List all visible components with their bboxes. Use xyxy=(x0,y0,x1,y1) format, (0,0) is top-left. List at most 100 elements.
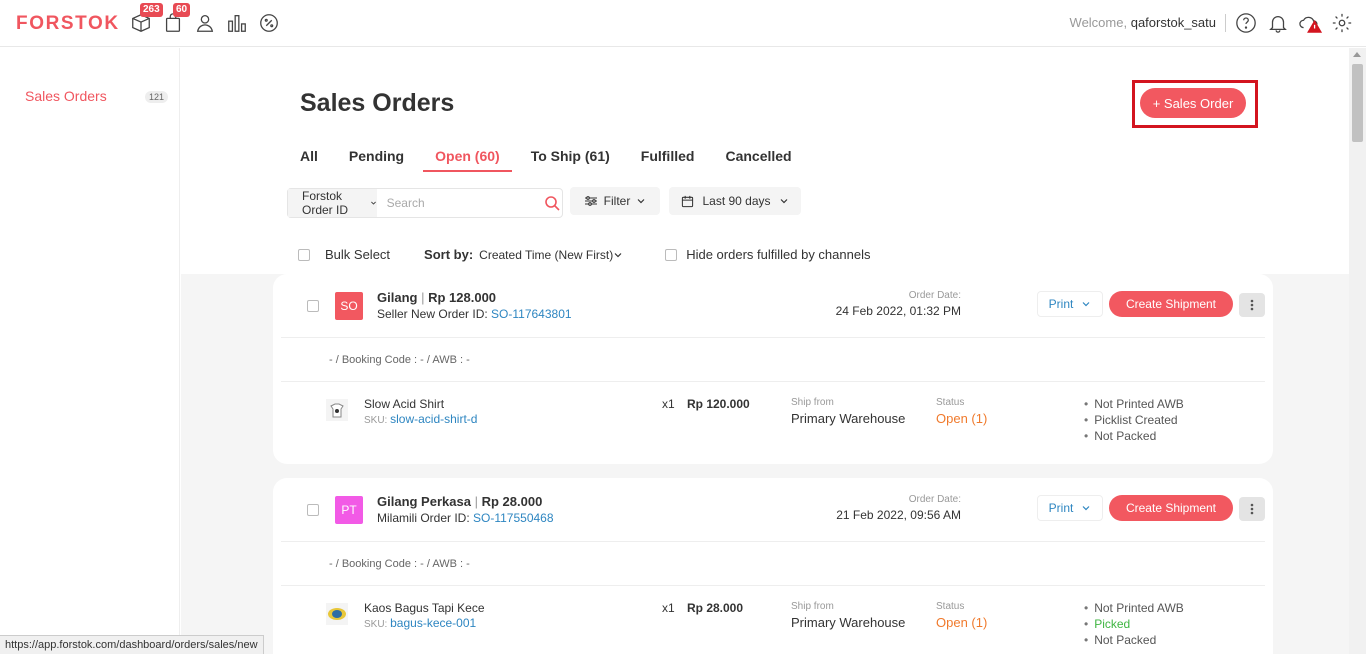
welcome-text: Welcome, qaforstok_satu xyxy=(1070,15,1216,30)
ship-from-value: Primary Warehouse xyxy=(791,411,906,426)
customers-nav[interactable] xyxy=(192,10,218,36)
item-price: Rp 120.000 xyxy=(687,397,750,411)
sliders-icon xyxy=(584,196,597,206)
order-date-label: Order Date: xyxy=(908,290,961,301)
ship-from: Ship from Primary Warehouse xyxy=(791,601,905,630)
help-button[interactable] xyxy=(1234,11,1258,35)
add-sales-order-button[interactable]: + Sales Order xyxy=(1140,88,1246,118)
more-vertical-icon xyxy=(1250,503,1254,515)
status-label: Status xyxy=(936,601,965,612)
status-label: Status xyxy=(936,397,965,408)
search-button[interactable] xyxy=(542,189,562,217)
header-actions xyxy=(1234,11,1354,35)
chevron-down-icon xyxy=(1082,506,1090,511)
sync-alert-button[interactable] xyxy=(1298,11,1322,35)
bulk-select-checkbox[interactable] xyxy=(298,248,310,261)
order-checkbox[interactable] xyxy=(307,300,319,312)
tab-all[interactable]: All xyxy=(300,148,318,172)
sidebar-item-sales-orders[interactable]: Sales Orders xyxy=(25,88,107,104)
sku-label: SKU: xyxy=(364,415,388,426)
notification-button[interactable] xyxy=(1266,11,1290,35)
search-input[interactable] xyxy=(376,189,542,217)
scroll-up-arrow[interactable] xyxy=(1353,52,1361,57)
order-total: Rp 28.000 xyxy=(481,494,543,509)
reports-nav[interactable] xyxy=(224,10,250,36)
inventory-nav[interactable]: 263 xyxy=(128,3,163,36)
create-shipment-button[interactable]: Create Shipment xyxy=(1109,495,1233,521)
order-id-label: Milamili Order ID: xyxy=(377,511,470,525)
search-type-select[interactable]: Forstok Order ID xyxy=(288,189,377,217)
orders-badge: 60 xyxy=(173,3,191,17)
sidebar: Sales Orders 121 xyxy=(0,48,180,654)
order-id-label: Seller New Order ID: xyxy=(377,307,488,321)
customer-summary: Gilang | Rp 128.000 xyxy=(377,290,496,305)
order-id-link[interactable]: SO-117550468 xyxy=(473,511,554,525)
orders-nav[interactable]: 60 xyxy=(160,3,191,36)
print-button[interactable]: Print xyxy=(1037,495,1103,521)
print-label: Print xyxy=(1048,297,1074,311)
fulfillment-checklist: Not Printed AWB Picklist Created Not Pac… xyxy=(1084,396,1184,444)
tab-open[interactable]: Open (60) xyxy=(423,148,512,172)
sku-label: SKU: xyxy=(364,619,388,630)
order-date-label: Order Date: xyxy=(908,494,961,505)
username[interactable]: qaforstok_satu xyxy=(1131,15,1216,30)
print-label: Print xyxy=(1048,501,1074,515)
page-scrollbar[interactable] xyxy=(1349,48,1366,654)
item-quantity: x1 xyxy=(662,601,675,615)
tab-fulfilled[interactable]: Fulfilled xyxy=(641,148,695,172)
booking-info: - / Booking Code : - / AWB : - xyxy=(281,338,1265,382)
sku-link[interactable]: slow-acid-shirt-d xyxy=(390,412,477,426)
hide-fulfilled-checkbox[interactable] xyxy=(665,248,678,261)
product-thumbnail xyxy=(326,603,348,625)
ship-from: Ship from Primary Warehouse xyxy=(791,397,905,426)
divider xyxy=(1225,14,1226,32)
tab-to-ship[interactable]: To Ship (61) xyxy=(531,148,610,172)
order-id-line: Milamili Order ID: SO-117550468 xyxy=(377,511,554,525)
order-checkbox[interactable] xyxy=(307,504,319,516)
list-toolbar: Bulk Select Sort by: Created Time (New F… xyxy=(298,247,870,262)
create-shipment-button[interactable]: Create Shipment xyxy=(1109,291,1233,317)
customer-name: Gilang Perkasa xyxy=(377,494,471,509)
sort-select[interactable]: Created Time (New First) xyxy=(479,248,613,262)
more-actions-button[interactable] xyxy=(1239,293,1265,317)
pipe-separator: | xyxy=(474,494,478,509)
order-id-link[interactable]: SO-117643801 xyxy=(491,307,572,321)
bell-icon xyxy=(1269,16,1287,33)
date-range-button[interactable]: Last 90 days xyxy=(669,187,801,215)
status-value: Open (1) xyxy=(936,615,988,630)
filter-button[interactable]: Filter xyxy=(570,187,660,215)
browser-status-url: https://app.forstok.com/dashboard/orders… xyxy=(0,635,264,654)
more-actions-button[interactable] xyxy=(1239,497,1265,521)
settings-button[interactable] xyxy=(1330,11,1354,35)
item-name: Kaos Bagus Tapi Kece xyxy=(364,601,485,615)
status-tabs: All Pending Open (60) To Ship (61) Fulfi… xyxy=(300,148,823,172)
sku-link[interactable]: bagus-kece-001 xyxy=(390,616,476,630)
promotions-nav[interactable] xyxy=(256,10,282,36)
calendar-icon xyxy=(682,195,694,207)
cloud-alert-icon xyxy=(1299,16,1322,33)
order-date: 21 Feb 2022, 09:56 AM xyxy=(836,508,961,522)
chevron-down-icon xyxy=(780,199,787,204)
item-name: Slow Acid Shirt xyxy=(364,397,445,411)
print-button[interactable]: Print xyxy=(1037,291,1103,317)
welcome-prefix: Welcome, xyxy=(1069,15,1128,30)
tab-cancelled[interactable]: Cancelled xyxy=(725,148,791,172)
order-card: SO Gilang | Rp 128.000 Seller New Order … xyxy=(273,274,1273,464)
forstok-logo[interactable]: FORSTOK xyxy=(16,13,120,35)
scroll-thumb[interactable] xyxy=(1352,64,1363,142)
tab-pending[interactable]: Pending xyxy=(349,148,404,172)
customer-name: Gilang xyxy=(377,290,418,305)
item-status: Status Open (1) xyxy=(936,601,987,630)
order-header: PT Gilang Perkasa | Rp 28.000 Milamili O… xyxy=(281,478,1265,542)
item-price: Rp 28.000 xyxy=(687,601,744,615)
checklist-item: Not Printed AWB xyxy=(1084,600,1184,616)
date-range-label: Last 90 days xyxy=(702,194,771,208)
gear-icon xyxy=(1332,13,1352,33)
product-thumbnail xyxy=(326,399,348,421)
item-quantity: x1 xyxy=(662,397,675,411)
nav-icons: 263 60 xyxy=(128,3,282,36)
status-value: Open (1) xyxy=(936,411,988,426)
chevron-down-icon xyxy=(370,201,376,205)
search-group: Forstok Order ID xyxy=(287,188,563,218)
user-icon xyxy=(196,15,214,32)
